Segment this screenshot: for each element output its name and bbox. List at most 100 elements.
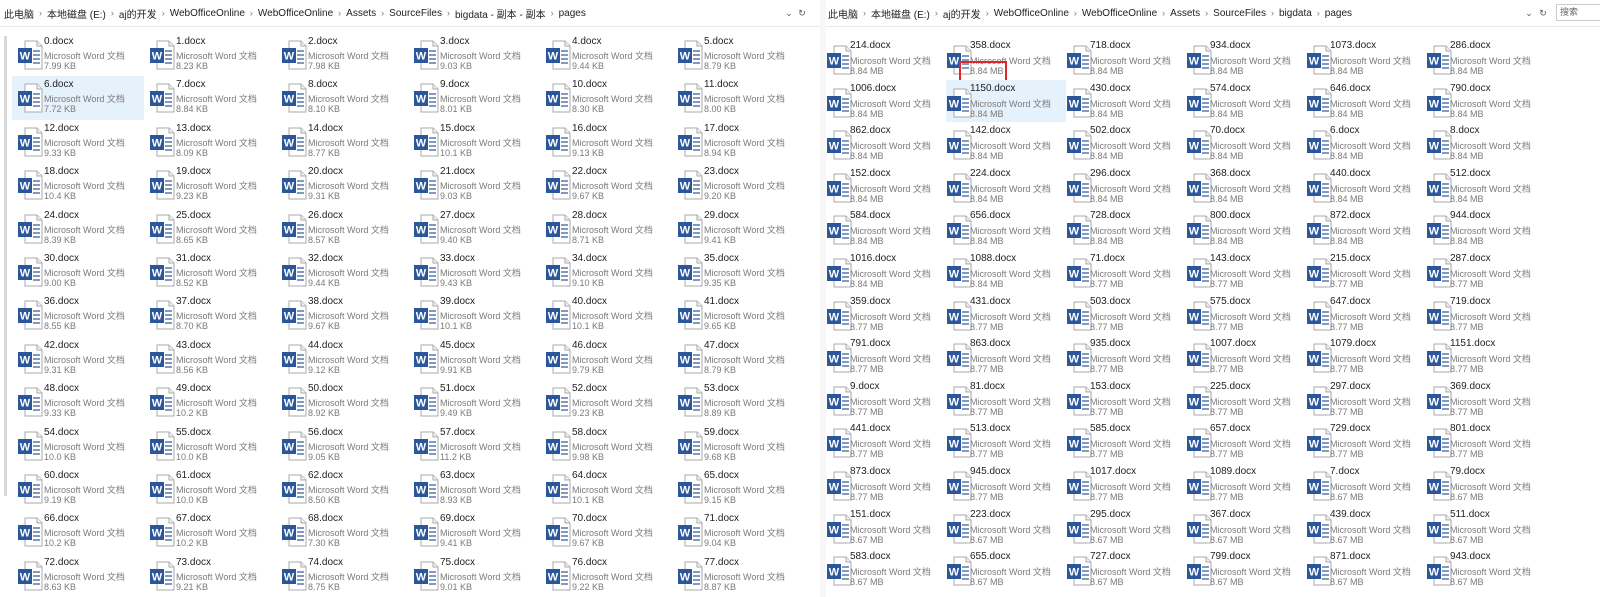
file-item[interactable]: W 27.docx Microsoft Word 文档 9.40 KB	[408, 207, 540, 250]
file-item[interactable]: W 62.docx Microsoft Word 文档 8.50 KB	[276, 467, 408, 510]
breadcrumb-item[interactable]: 此电脑	[828, 6, 858, 21]
file-item[interactable]: W 51.docx Microsoft Word 文档 9.49 KB	[408, 380, 540, 423]
file-item[interactable]: W 13.docx Microsoft Word 文档 8.09 KB	[144, 120, 276, 163]
breadcrumb-separator-icon[interactable]: ›	[111, 8, 114, 18]
file-item[interactable]: W 935.docx Microsoft Word 文档 8.77 MB	[1066, 335, 1186, 378]
file-item[interactable]: W 790.docx Microsoft Word 文档 8.84 MB	[1426, 80, 1546, 123]
file-item[interactable]: W 29.docx Microsoft Word 文档 9.41 KB	[672, 207, 804, 250]
breadcrumb-separator-icon[interactable]: ›	[1271, 8, 1274, 18]
breadcrumb-item[interactable]: pages	[559, 8, 586, 19]
right-address-bar[interactable]: 此电脑 › 本地磁盘 (E:) › aj的开发 › WebOfficeOnline › WebO…	[826, 0, 1600, 27]
breadcrumb-separator-icon[interactable]: ›	[863, 8, 866, 18]
file-item[interactable]: W 34.docx Microsoft Word 文档 9.10 KB	[540, 250, 672, 293]
file-item[interactable]: W 31.docx Microsoft Word 文档 8.52 KB	[144, 250, 276, 293]
file-item[interactable]: W 71.docx Microsoft Word 文档 9.04 KB	[672, 510, 804, 553]
file-item[interactable]: W 0.docx Microsoft Word 文档 7.99 KB	[12, 33, 144, 76]
breadcrumb-item[interactable]: 此电脑	[4, 6, 34, 21]
chevron-down-icon[interactable]: ⌄	[782, 6, 796, 20]
file-item[interactable]: W 655.docx Microsoft Word 文档 8.67 MB	[946, 548, 1066, 591]
breadcrumb-item[interactable]: WebOfficeOnline	[994, 8, 1069, 19]
left-scrollbar[interactable]	[4, 36, 7, 496]
file-item[interactable]: W 52.docx Microsoft Word 文档 9.23 KB	[540, 380, 672, 423]
file-item[interactable]: W 142.docx Microsoft Word 文档 8.84 MB	[946, 122, 1066, 165]
breadcrumb-separator-icon[interactable]: ›	[447, 8, 450, 18]
file-item[interactable]: W 512.docx Microsoft Word 文档 8.84 MB	[1426, 165, 1546, 208]
file-item[interactable]: W 297.docx Microsoft Word 文档 8.77 MB	[1306, 378, 1426, 421]
file-item[interactable]: W 32.docx Microsoft Word 文档 9.44 KB	[276, 250, 408, 293]
breadcrumb-item[interactable]: bigdata	[1279, 8, 1312, 19]
breadcrumb-separator-icon[interactable]: ›	[986, 8, 989, 18]
file-item[interactable]: W 152.docx Microsoft Word 文档 8.84 MB	[826, 165, 946, 208]
file-item[interactable]: W 35.docx Microsoft Word 文档 9.35 KB	[672, 250, 804, 293]
file-item[interactable]: W 17.docx Microsoft Word 文档 8.94 KB	[672, 120, 804, 163]
file-item[interactable]: W 67.docx Microsoft Word 文档 10.2 KB	[144, 510, 276, 553]
file-item[interactable]: W 4.docx Microsoft Word 文档 9.44 KB	[540, 33, 672, 76]
file-item[interactable]: W 1073.docx Microsoft Word 文档 8.84 MB	[1306, 37, 1426, 80]
file-item[interactable]: W 431.docx Microsoft Word 文档 8.77 MB	[946, 293, 1066, 336]
file-item[interactable]: W 801.docx Microsoft Word 文档 8.77 MB	[1426, 420, 1546, 463]
file-item[interactable]: W 728.docx Microsoft Word 文档 8.84 MB	[1066, 207, 1186, 250]
file-item[interactable]: W 43.docx Microsoft Word 文档 8.56 KB	[144, 337, 276, 380]
breadcrumb-separator-icon[interactable]: ›	[39, 8, 42, 18]
breadcrumb-item[interactable]: pages	[1325, 8, 1352, 19]
file-item[interactable]: W 47.docx Microsoft Word 文档 8.79 KB	[672, 337, 804, 380]
file-item[interactable]: W 16.docx Microsoft Word 文档 9.13 KB	[540, 120, 672, 163]
file-item[interactable]: W 8.docx Microsoft Word 文档 8.84 MB	[1426, 122, 1546, 165]
file-item[interactable]: W 77.docx Microsoft Word 文档 8.87 KB	[672, 554, 804, 597]
file-item[interactable]: W 73.docx Microsoft Word 文档 9.21 KB	[144, 554, 276, 597]
file-item[interactable]: W 656.docx Microsoft Word 文档 8.84 MB	[946, 207, 1066, 250]
file-item[interactable]: W 585.docx Microsoft Word 文档 8.77 MB	[1066, 420, 1186, 463]
file-item[interactable]: W 441.docx Microsoft Word 文档 8.77 MB	[826, 420, 946, 463]
file-item[interactable]: W 7.docx Microsoft Word 文档 8.67 MB	[1306, 463, 1426, 506]
file-item[interactable]: W 945.docx Microsoft Word 文档 8.77 MB	[946, 463, 1066, 506]
file-item[interactable]: W 63.docx Microsoft Word 文档 8.93 KB	[408, 467, 540, 510]
file-item[interactable]: W 12.docx Microsoft Word 文档 9.33 KB	[12, 120, 144, 163]
file-item[interactable]: W 1079.docx Microsoft Word 文档 8.77 MB	[1306, 335, 1426, 378]
file-item[interactable]: W 66.docx Microsoft Word 文档 10.2 KB	[12, 510, 144, 553]
breadcrumb-item[interactable]: 本地磁盘 (E:)	[871, 6, 930, 21]
file-item[interactable]: W 286.docx Microsoft Word 文档 8.84 MB	[1426, 37, 1546, 80]
file-item[interactable]: W 502.docx Microsoft Word 文档 8.84 MB	[1066, 122, 1186, 165]
file-item[interactable]: W 55.docx Microsoft Word 文档 10.0 KB	[144, 424, 276, 467]
file-item[interactable]: W 79.docx Microsoft Word 文档 8.67 MB	[1426, 463, 1546, 506]
file-item[interactable]: W 718.docx Microsoft Word 文档 8.84 MB	[1066, 37, 1186, 80]
file-item[interactable]: W 215.docx Microsoft Word 文档 8.77 MB	[1306, 250, 1426, 293]
file-item[interactable]: W 1151.docx Microsoft Word 文档 8.77 MB	[1426, 335, 1546, 378]
file-item[interactable]: W 872.docx Microsoft Word 文档 8.84 MB	[1306, 207, 1426, 250]
file-item[interactable]: W 369.docx Microsoft Word 文档 8.77 MB	[1426, 378, 1546, 421]
file-item[interactable]: W 440.docx Microsoft Word 文档 8.84 MB	[1306, 165, 1426, 208]
file-item[interactable]: W 76.docx Microsoft Word 文档 9.22 KB	[540, 554, 672, 597]
file-item[interactable]: W 21.docx Microsoft Word 文档 9.03 KB	[408, 163, 540, 206]
file-item[interactable]: W 359.docx Microsoft Word 文档 8.77 MB	[826, 293, 946, 336]
file-item[interactable]: W 1017.docx Microsoft Word 文档 8.77 MB	[1066, 463, 1186, 506]
file-item[interactable]: W 1088.docx Microsoft Word 文档 8.84 MB	[946, 250, 1066, 293]
file-item[interactable]: W 39.docx Microsoft Word 文档 10.1 KB	[408, 293, 540, 336]
breadcrumb-item[interactable]: Assets	[1170, 8, 1200, 19]
file-item[interactable]: W 430.docx Microsoft Word 文档 8.84 MB	[1066, 80, 1186, 123]
file-item[interactable]: W 503.docx Microsoft Word 文档 8.77 MB	[1066, 293, 1186, 336]
file-item[interactable]: W 30.docx Microsoft Word 文档 9.00 KB	[12, 250, 144, 293]
file-item[interactable]: W 57.docx Microsoft Word 文档 11.2 KB	[408, 424, 540, 467]
file-item[interactable]: W 68.docx Microsoft Word 文档 7.30 KB	[276, 510, 408, 553]
file-item[interactable]: W 873.docx Microsoft Word 文档 8.77 MB	[826, 463, 946, 506]
file-item[interactable]: W 81.docx Microsoft Word 文档 8.77 MB	[946, 378, 1066, 421]
file-item[interactable]: W 799.docx Microsoft Word 文档 8.67 MB	[1186, 548, 1306, 591]
file-item[interactable]: W 214.docx Microsoft Word 文档 8.84 MB	[826, 37, 946, 80]
file-item[interactable]: W 1007.docx Microsoft Word 文档 8.77 MB	[1186, 335, 1306, 378]
file-item[interactable]: W 20.docx Microsoft Word 文档 9.31 KB	[276, 163, 408, 206]
file-item[interactable]: W 1.docx Microsoft Word 文档 8.23 KB	[144, 33, 276, 76]
file-item[interactable]: W 225.docx Microsoft Word 文档 8.77 MB	[1186, 378, 1306, 421]
file-item[interactable]: W 863.docx Microsoft Word 文档 8.77 MB	[946, 335, 1066, 378]
file-item[interactable]: W 511.docx Microsoft Word 文档 8.67 MB	[1426, 506, 1546, 549]
file-item[interactable]: W 44.docx Microsoft Word 文档 9.12 KB	[276, 337, 408, 380]
breadcrumb-item[interactable]: SourceFiles	[1213, 8, 1266, 19]
file-item[interactable]: W 791.docx Microsoft Word 文档 8.77 MB	[826, 335, 946, 378]
file-item[interactable]: W 9.docx Microsoft Word 文档 8.77 MB	[826, 378, 946, 421]
file-item[interactable]: W 646.docx Microsoft Word 文档 8.84 MB	[1306, 80, 1426, 123]
file-item[interactable]: W 58.docx Microsoft Word 文档 9.98 KB	[540, 424, 672, 467]
file-item[interactable]: W 934.docx Microsoft Word 文档 8.84 MB	[1186, 37, 1306, 80]
file-item[interactable]: W 60.docx Microsoft Word 文档 9.19 KB	[12, 467, 144, 510]
file-item[interactable]: W 50.docx Microsoft Word 文档 8.92 KB	[276, 380, 408, 423]
file-item[interactable]: W 14.docx Microsoft Word 文档 8.77 KB	[276, 120, 408, 163]
breadcrumb-separator-icon[interactable]: ›	[935, 8, 938, 18]
